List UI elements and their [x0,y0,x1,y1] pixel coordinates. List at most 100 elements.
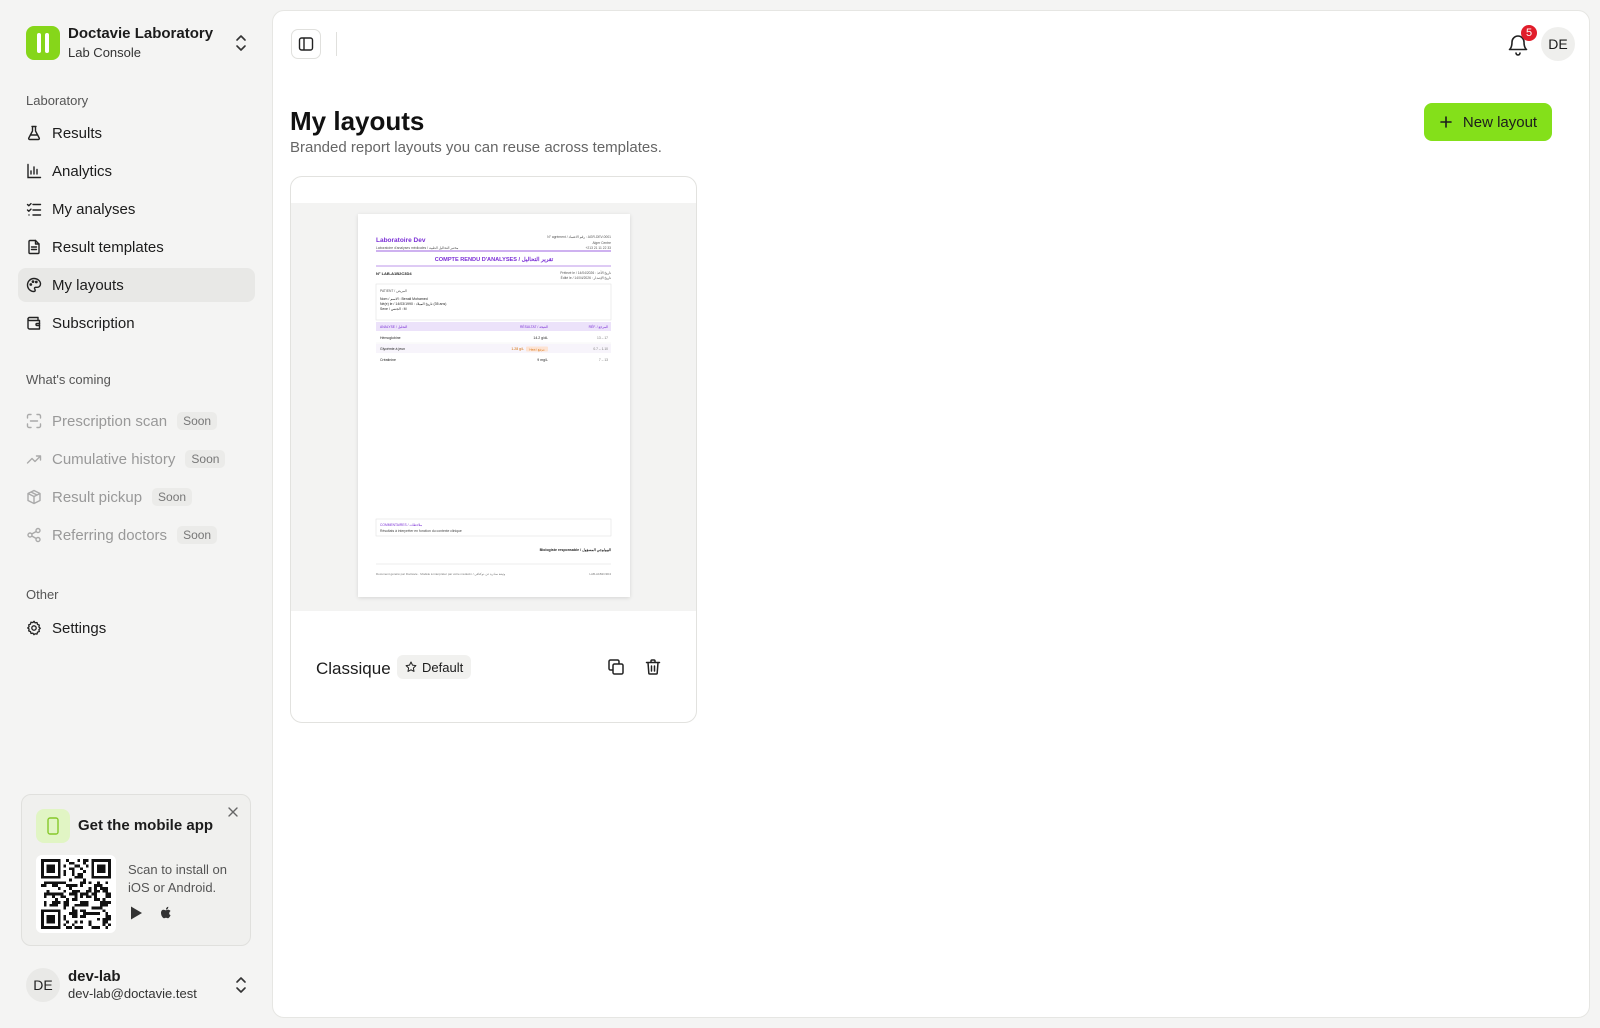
preview-row-name: Glycémie à jeun [380,347,405,351]
trending-up-icon [26,455,42,464]
logo-icon [26,26,60,60]
copy-icon[interactable] [607,658,625,676]
workspace-name: Doctavie Laboratory [68,25,214,43]
soon-badge: Soon [177,412,218,430]
preview-row-value: 1.28 g/L [511,347,524,351]
sidebar-item-referring-doctors: Referring doctors Soon [18,518,255,552]
preview-row-ref: 13 – 17 [597,336,608,340]
preview-lab-name: Laboratoire Dev [376,237,426,244]
user-name: dev-lab [68,967,121,985]
close-icon[interactable] [226,805,240,819]
plus-icon [1440,116,1452,128]
scan-icon [26,413,42,429]
preview-row-ref: 7 – 13 [599,358,608,362]
sidebar-icon [298,37,314,51]
preview-report-title: COMPTE RENDU D'ANALYSES / تقرير التحاليل [435,256,554,263]
main-panel: 5 DE My layouts Branded report layouts y… [272,10,1590,1018]
trash-icon[interactable] [644,658,662,676]
layout-name: Classique [316,659,391,678]
bar-chart-icon [27,163,42,179]
google-play-icon[interactable] [128,905,144,921]
sidebar: Doctavie Laboratory Lab Console Laborato… [0,0,272,1028]
section-label-whats-coming: What's coming [26,372,111,387]
sidebar-item-label: Result pickup [52,488,143,506]
preview-patient-name: Nom / الاسم : Benali Mohamed [380,296,428,301]
sidebar-item-label: Referring doctors [52,526,168,544]
promo-description: Scan to install on iOS or Android. [128,862,228,895]
preview-sampled: Prélevé le / تاريخ الأخذ : 14/04/2026 [560,271,611,275]
preview-biologist: Biologiste responsable / البيولوجي المسؤ… [540,547,611,553]
phone-icon [36,809,70,843]
preview-comments: Résultats à interpréter en fonction du c… [380,529,462,533]
sidebar-item-result-templates[interactable]: Result templates [18,230,255,264]
preview-patient-sex: Sexe / الجنس : M [380,306,407,311]
preview-lab-sub: Laboratoire d'analyses médicales / مختبر… [376,246,459,250]
package-icon [27,489,41,505]
chevron-up-down-icon [236,35,246,51]
palette-icon [26,277,42,293]
sidebar-item-label: Result templates [52,238,164,256]
preview-patient-dob: Né(e) le / تاريخ الميلاد : 14/03/1990 (3… [380,301,446,306]
sidebar-item-result-pickup: Result pickup Soon [18,480,255,514]
layout-card[interactable]: Laboratoire Dev Laboratoire d'analyses m… [290,176,697,723]
default-badge-label: Default [422,659,464,675]
soon-badge: Soon [152,488,193,506]
preview-footer-left: Document généré par Doctavie · Modèle à … [376,572,506,576]
workspace-subtitle: Lab Console [68,45,141,61]
layout-preview[interactable]: Laboratoire Dev Laboratoire d'analyses m… [291,203,696,611]
preview-row-value: 9 mg/L [537,358,548,362]
soon-badge: Soon [185,450,226,468]
soon-badge: Soon [177,526,218,544]
sidebar-item-label: My analyses [52,200,136,218]
report-preview-page: Laboratoire Dev Laboratoire d'analyses m… [358,214,630,597]
sidebar-item-label: Subscription [52,314,135,332]
user-email: dev-lab@doctavie.test [68,986,197,1002]
user-menu[interactable]: DE dev-lab dev-lab@doctavie.test [26,966,256,1004]
sidebar-item-label: Cumulative history [52,450,176,468]
avatar: DE [26,968,60,1002]
file-text-icon [28,239,40,255]
preview-col-ref: RÉF. / المرجع [589,324,608,329]
sidebar-item-settings[interactable]: Settings [18,611,255,645]
preview-edited: Édité le / تاريخ الإصدار : 14/04/2026 [561,275,611,281]
preview-agreement: N° agrément / رقم الاعتماد : AGR-DEV-000… [547,235,611,239]
divider [336,32,337,56]
sidebar-item-analytics[interactable]: Analytics [18,154,255,188]
chevron-up-down-icon [236,977,246,993]
preview-row-name: Créatinine [380,358,396,362]
preview-patient-label: PATIENT / المريض [380,289,407,293]
page-subtitle: Branded report layouts you can reuse acr… [290,139,662,156]
avatar[interactable]: DE [1541,27,1575,61]
preview-phone: +213 21 11 22 33 [585,246,611,250]
preview-row-ref: 0.7 – 1.10 [593,347,608,351]
sidebar-toggle-button[interactable] [291,29,321,59]
sidebar-item-results[interactable]: Results [18,116,255,150]
page-title: My layouts [290,106,425,136]
promo-title: Get the mobile app [78,817,214,834]
preview-report-no: N° LAB-A1B2C3D4 [376,271,412,276]
notification-badge: 5 [1521,25,1537,41]
preview-row-value: 14.2 g/dL [533,336,548,340]
preview-footer-right: LAB-A1B2C3D4 [589,572,611,576]
sidebar-item-label: Results [52,124,103,142]
list-check-icon [26,202,42,216]
wallet-icon [27,316,41,330]
sidebar-item-label: Settings [52,619,107,637]
sidebar-item-my-layouts[interactable]: My layouts [18,268,255,302]
new-layout-button[interactable]: New layout [1424,103,1552,141]
section-label-other: Other [26,587,59,602]
qr-code [36,855,116,933]
sidebar-item-subscription[interactable]: Subscription [18,306,255,340]
sidebar-item-label: Prescription scan [52,412,168,430]
preview-col-analysis: ANALYSE / التحليل [380,325,407,329]
new-layout-label: New layout [1462,113,1538,131]
preview-col-result: RÉSULTAT / النتيجة [520,324,548,329]
star-icon [405,661,417,672]
mobile-app-promo: Get the mobile app Scan to install on iO… [21,794,251,946]
workspace-switcher[interactable]: Doctavie Laboratory Lab Console [26,25,256,61]
sidebar-item-my-analyses[interactable]: My analyses [18,192,255,226]
preview-row-flag: Haut / مرتفع [530,347,545,351]
apple-icon[interactable] [158,905,174,921]
preview-row-name: Hémoglobine [380,336,401,340]
sidebar-item-label: My layouts [52,276,124,294]
